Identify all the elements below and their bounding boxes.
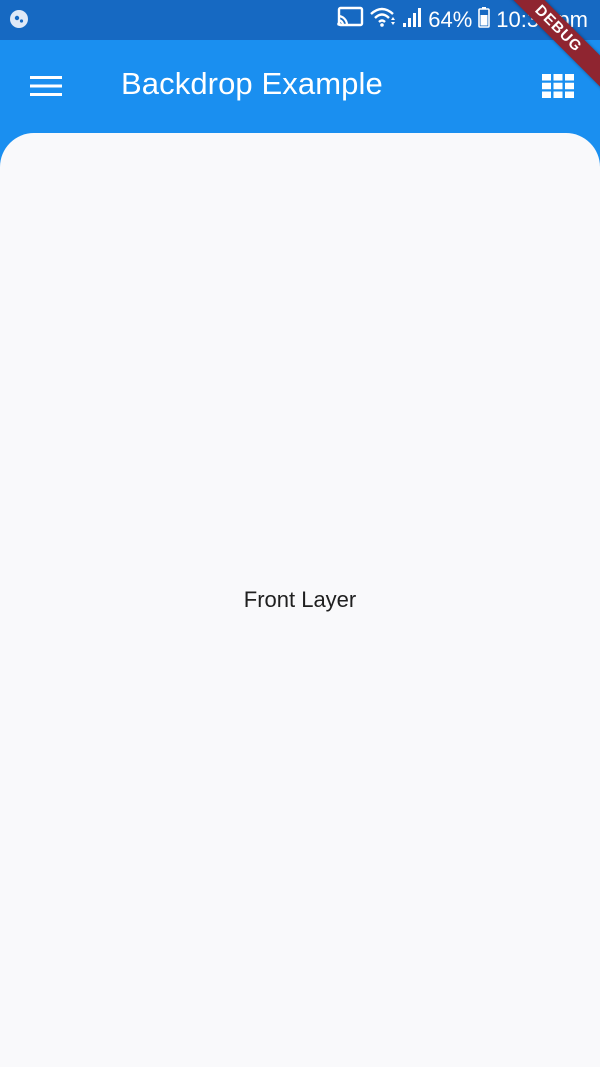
grid-view-button[interactable] bbox=[530, 64, 586, 112]
app-bar: Backdrop Example bbox=[0, 40, 600, 136]
battery-icon bbox=[478, 6, 491, 34]
menu-button[interactable] bbox=[14, 64, 78, 112]
grid-view-icon bbox=[542, 73, 574, 103]
menu-icon bbox=[30, 75, 62, 102]
wifi-icon bbox=[370, 6, 396, 34]
front-layer[interactable]: Front Layer bbox=[0, 133, 600, 1067]
front-layer-label: Front Layer bbox=[243, 587, 357, 612]
status-bar: 64% 10:33 pm bbox=[0, 0, 600, 40]
app-screen: 64% 10:33 pm DEBUG Backdrop Example bbox=[0, 0, 600, 1067]
app-title: Backdrop Example bbox=[121, 66, 383, 101]
battery-percent: 64% bbox=[428, 7, 473, 32]
signal-icon bbox=[402, 6, 422, 34]
cast-icon bbox=[336, 6, 364, 34]
app-notification-icon bbox=[9, 9, 29, 29]
